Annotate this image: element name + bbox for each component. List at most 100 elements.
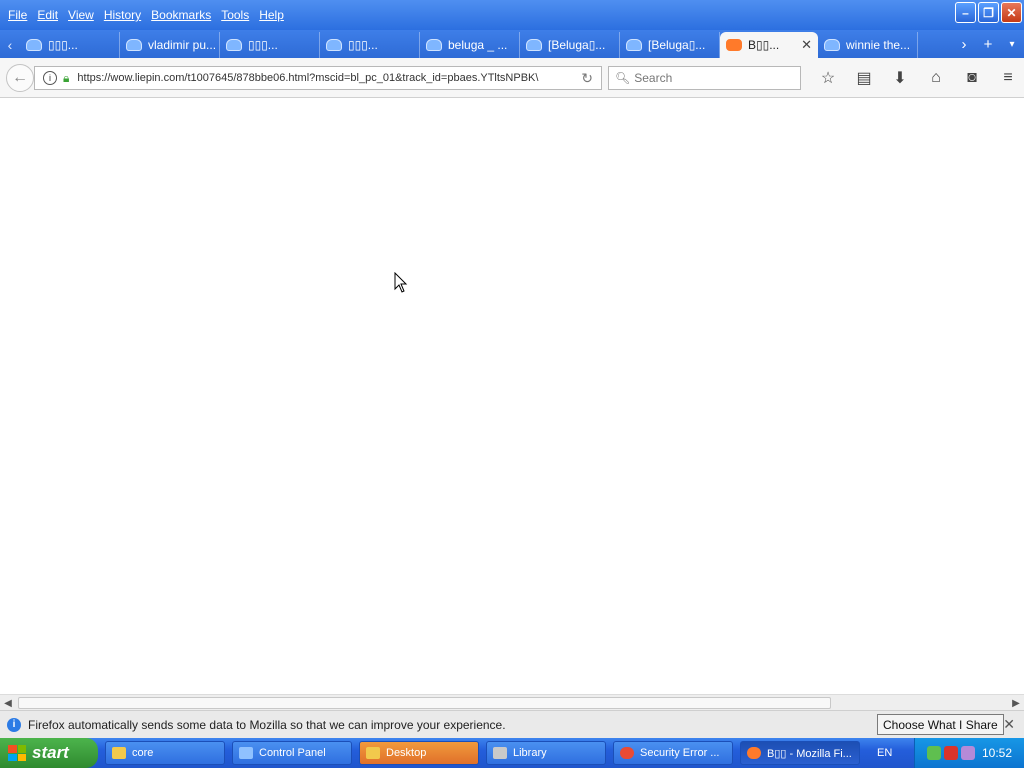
security-shield-icon[interactable] [944, 746, 958, 760]
scroll-tabs-left-icon[interactable]: ‹ [0, 32, 20, 58]
toolbar-icons: ☆ ▤ ⬇ ⌂ ◙ ≡ [810, 66, 1024, 90]
taskbar: start core Control Panel Desktop Library… [0, 738, 1024, 768]
scroll-left-icon[interactable]: ◀ [0, 695, 16, 711]
mouse-pointer-icon [394, 272, 408, 293]
network-icon[interactable] [927, 746, 941, 760]
tab[interactable]: beluga _ ... [420, 32, 520, 58]
list-all-tabs-icon[interactable]: ▾ [1000, 39, 1024, 50]
tab-title: vladimir pu... [148, 38, 217, 52]
taskbar-item-control-panel[interactable]: Control Panel [232, 741, 352, 765]
tab[interactable]: winnie the... [818, 32, 918, 58]
search-bar[interactable]: 🔍︎ [608, 66, 801, 90]
library-icon [493, 747, 507, 759]
search-icon: 🔍︎ [615, 71, 631, 85]
close-notification-icon[interactable]: ✕ [1003, 716, 1015, 733]
menu-edit[interactable]: Edit [37, 8, 58, 22]
reload-icon[interactable]: ↻ [581, 70, 593, 87]
taskbar-item-core[interactable]: core [105, 741, 225, 765]
menu-bar: File Edit View History Bookmarks Tools H… [4, 8, 290, 22]
tab-title: B▯▯... [748, 38, 780, 52]
tab-title: ▯▯▯... [348, 38, 378, 52]
tab[interactable]: ▯▯▯... [320, 32, 420, 58]
page-favicon-icon [226, 39, 242, 51]
page-favicon-icon [626, 39, 642, 51]
folder-icon [112, 747, 126, 759]
bookmark-star-icon[interactable]: ☆ [810, 66, 846, 90]
control-panel-icon [239, 747, 253, 759]
clock: 10:52 [981, 746, 1012, 760]
tab[interactable]: ▯▯▯... [220, 32, 320, 58]
back-button[interactable]: ← [6, 64, 34, 92]
tab-strip: ‹ ▯▯▯... vladimir pu... ▯▯▯... ▯▯▯... be… [0, 30, 1024, 58]
task-label: Desktop [386, 747, 427, 759]
hamburger-menu-icon[interactable]: ≡ [990, 66, 1024, 90]
tab[interactable]: [Beluga▯... [620, 32, 720, 58]
taskbar-item-firefox[interactable]: B▯▯ - Mozilla Fi... [740, 741, 860, 765]
tab-title: ▯▯▯... [48, 38, 78, 52]
downloads-icon[interactable]: ⬇ [882, 66, 918, 90]
menu-file[interactable]: File [8, 8, 27, 22]
page-favicon-icon [326, 39, 342, 51]
navigation-toolbar: ← i 🔒︎ https://wow.liepin.com/t1007645/8… [0, 58, 1024, 98]
start-button[interactable]: start [0, 738, 98, 768]
page-favicon-icon [426, 39, 442, 51]
horizontal-scrollbar[interactable]: ◀ ▶ [0, 694, 1024, 710]
tab-strip-controls: › + ▾ [952, 30, 1024, 58]
new-tab-icon[interactable]: + [976, 36, 1000, 53]
scrollbar-thumb[interactable] [18, 697, 831, 709]
taskbar-item-security-error[interactable]: Security Error ... [613, 741, 733, 765]
site-info-icon[interactable]: i [43, 71, 57, 85]
menu-bookmarks[interactable]: Bookmarks [151, 8, 211, 22]
tab[interactable]: vladimir pu... [120, 32, 220, 58]
page-favicon-icon [26, 39, 42, 51]
taskbar-item-library[interactable]: Library [486, 741, 606, 765]
page-content[interactable] [0, 99, 1024, 693]
tab[interactable]: ▯▯▯... [20, 32, 120, 58]
folder-icon [366, 747, 380, 759]
lock-icon: 🔒︎ [63, 70, 70, 85]
tab-title: [Beluga▯... [548, 38, 606, 52]
title-bar: File Edit View History Bookmarks Tools H… [0, 0, 1024, 30]
back-arrow-icon: ← [12, 69, 28, 86]
scroll-right-icon[interactable]: ▶ [1008, 695, 1024, 711]
reading-list-icon[interactable]: ▤ [846, 66, 882, 90]
task-label: core [132, 747, 154, 759]
task-label: Library [513, 747, 547, 759]
close-tab-icon[interactable]: ✕ [801, 37, 812, 53]
tab-title: winnie the... [846, 38, 911, 52]
choose-what-i-share-button[interactable]: Choose What I Share [877, 714, 1004, 735]
task-label: Control Panel [259, 747, 326, 759]
menu-view[interactable]: View [68, 8, 94, 22]
page-favicon-icon [726, 39, 742, 51]
pocket-icon[interactable]: ◙ [954, 66, 990, 90]
menu-history[interactable]: History [104, 8, 141, 22]
minimize-button[interactable]: – [955, 2, 976, 23]
menu-tools[interactable]: Tools [221, 8, 249, 22]
home-icon[interactable]: ⌂ [918, 66, 954, 90]
pen-icon[interactable] [961, 746, 975, 760]
tab-active[interactable]: B▯▯... ✕ [720, 32, 818, 58]
system-tray: EN 10:52 [877, 738, 1024, 768]
tab-title: beluga _ ... [448, 38, 508, 52]
notification-bar: i Firefox automatically sends some data … [0, 710, 1024, 738]
language-indicator[interactable]: EN [877, 747, 892, 759]
search-input[interactable] [634, 71, 795, 85]
restore-button[interactable]: ❐ [978, 2, 999, 23]
close-window-button[interactable]: ✕ [1001, 2, 1022, 23]
url-bar[interactable]: i 🔒︎ https://wow.liepin.com/t1007645/878… [34, 66, 602, 90]
chrome-icon [620, 747, 634, 759]
info-icon: i [7, 717, 21, 732]
page-favicon-icon [526, 39, 542, 51]
start-label: start [32, 743, 69, 762]
firefox-icon [747, 747, 761, 759]
window-controls: – ❐ ✕ [955, 2, 1022, 23]
page-favicon-icon [126, 39, 142, 51]
tab[interactable]: [Beluga▯... [520, 32, 620, 58]
page-favicon-icon [824, 39, 840, 51]
tab-title: [Beluga▯... [648, 38, 706, 52]
notification-text: Firefox automatically sends some data to… [28, 717, 506, 732]
taskbar-item-desktop[interactable]: Desktop [359, 741, 479, 765]
menu-help[interactable]: Help [259, 8, 284, 22]
url-text[interactable]: https://wow.liepin.com/t1007645/878bbe06… [77, 72, 547, 84]
scroll-tabs-right-icon[interactable]: › [952, 36, 976, 53]
